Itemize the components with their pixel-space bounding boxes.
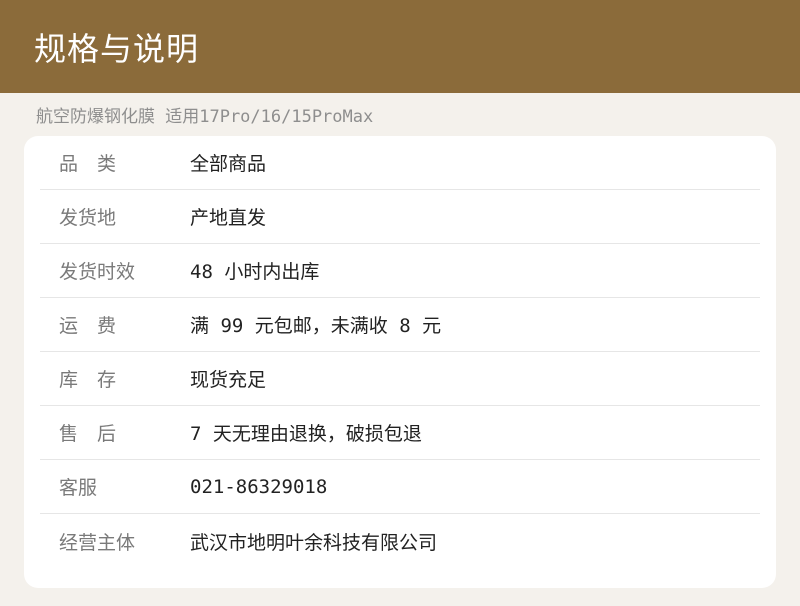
spec-value: 现货充足 xyxy=(190,369,267,391)
spec-value: 021-86329018 xyxy=(190,475,328,498)
page-header: 规格与说明 xyxy=(0,0,800,93)
spec-label: 库 存 xyxy=(59,369,117,391)
page-title: 规格与说明 xyxy=(34,29,200,68)
spec-label: 品 类 xyxy=(59,153,117,175)
spec-value: 产地直发 xyxy=(190,207,267,229)
spec-value: 武汉市地明叶余科技有限公司 xyxy=(190,531,438,554)
spec-row-category: 品 类 全部商品 xyxy=(40,136,760,190)
spec-row-ship-from: 发货地 产地直发 xyxy=(40,190,760,244)
spec-value: 全部商品 xyxy=(190,153,267,175)
spec-value: 7 天无理由退换，破损包退 xyxy=(190,423,422,445)
spec-card: 品 类 全部商品 发货地 产地直发 发货时效 48 小时内出库 运 费 满 99… xyxy=(24,136,776,588)
spec-row-shipping-fee: 运 费 满 99 元包邮，未满收 8 元 xyxy=(40,298,760,352)
spec-value: 满 99 元包邮，未满收 8 元 xyxy=(190,315,442,337)
spec-row-business-entity: 经营主体 武汉市地明叶余科技有限公司 xyxy=(40,514,760,568)
spec-value: 48 小时内出库 xyxy=(190,261,320,283)
spec-label: 运 费 xyxy=(59,315,117,337)
spec-label: 客服 xyxy=(59,477,98,499)
product-subtitle: 航空防爆钢化膜 适用17Pro/16/15ProMax xyxy=(36,106,374,127)
spec-label: 发货地 xyxy=(59,207,117,229)
spec-row-after-sales: 售 后 7 天无理由退换，破损包退 xyxy=(40,406,760,460)
spec-label: 经营主体 xyxy=(59,531,136,554)
spec-row-ship-time: 发货时效 48 小时内出库 xyxy=(40,244,760,298)
spec-label: 售 后 xyxy=(59,423,117,445)
spec-row-customer-service: 客服 021-86329018 xyxy=(40,460,760,514)
spec-row-stock: 库 存 现货充足 xyxy=(40,352,760,406)
spec-label: 发货时效 xyxy=(59,261,136,283)
